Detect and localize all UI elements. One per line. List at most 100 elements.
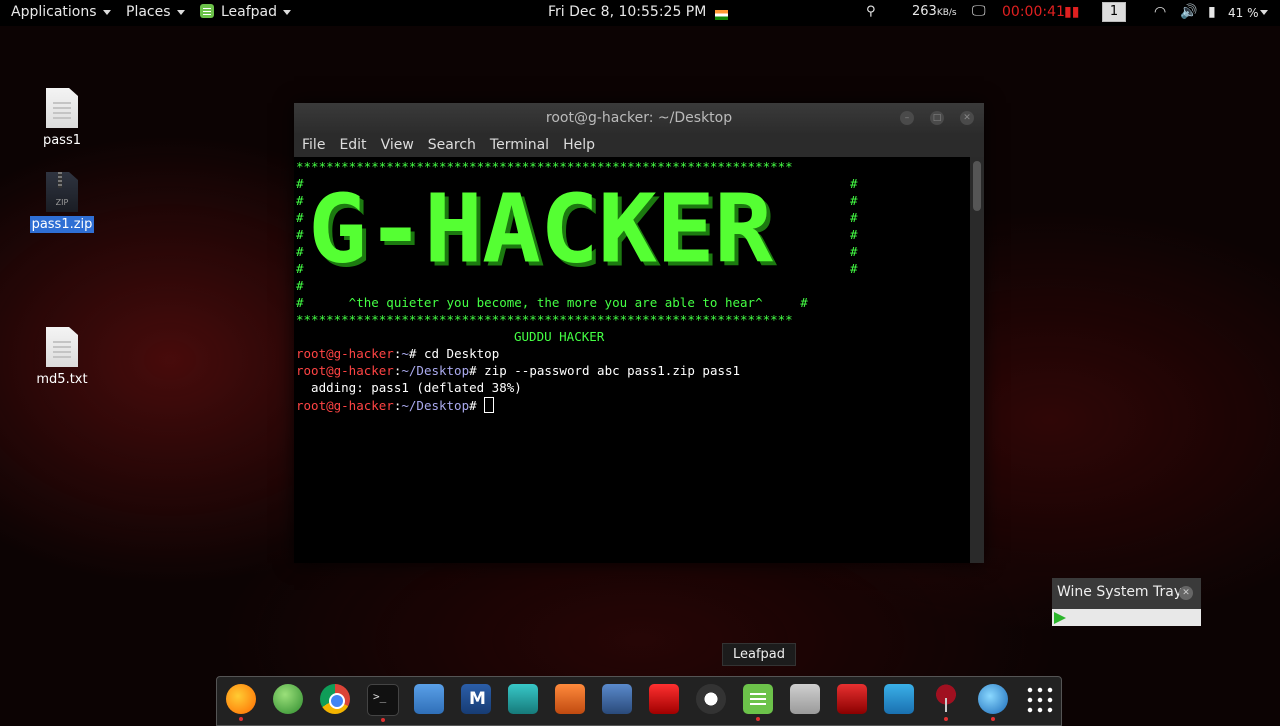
recorder-icon[interactable]: ▮▮	[1064, 4, 1079, 20]
calculator-icon[interactable]	[790, 684, 820, 714]
hash-mark: #	[850, 193, 858, 208]
active-app-label: Leafpad	[221, 4, 278, 20]
terminal-output[interactable]: ****************************************…	[294, 157, 970, 563]
banner-border-top: ****************************************…	[296, 159, 793, 174]
document-icon	[46, 88, 78, 128]
prompt-path: ~	[401, 346, 409, 361]
clock[interactable]: Fri Dec 8, 10:55:25 PM	[548, 4, 706, 20]
minimize-button[interactable]: –	[900, 111, 914, 125]
workspace-switcher[interactable]: 1	[1102, 2, 1126, 22]
applications-label: Applications	[11, 4, 97, 20]
wine-icon[interactable]	[931, 684, 961, 721]
leafpad-icon[interactable]	[743, 684, 773, 721]
terminal-menubar: File Edit View Search Terminal Help	[294, 133, 984, 157]
applications-menu[interactable]: Applications	[11, 4, 111, 20]
menu-edit[interactable]: Edit	[339, 133, 366, 157]
wine-system-tray[interactable]: Wine System Tray ✕	[1052, 578, 1201, 626]
volume-icon[interactable]: 🔊	[1180, 4, 1197, 20]
net-speed-value: 263	[912, 4, 937, 19]
workspace-number: 1	[1102, 2, 1126, 22]
wifi-icon[interactable]: ◠	[1154, 4, 1166, 20]
power-menu-chevron-icon[interactable]	[1260, 4, 1268, 20]
net-speed-unit: KB/s	[936, 8, 957, 18]
hash-mark: #	[296, 227, 304, 242]
places-label: Places	[126, 4, 171, 20]
document-icon	[46, 327, 78, 367]
window-title: root@g-hacker: ~/Desktop	[545, 110, 733, 126]
hash-mark: #	[296, 176, 304, 191]
hash-mark: #	[296, 278, 304, 293]
command-output: adding: pass1 (deflated 38%)	[296, 380, 522, 395]
prompt-user: root@g-hacker	[296, 346, 394, 361]
scrollbar-thumb[interactable]	[973, 161, 981, 211]
network-speed[interactable]: 263KB/s	[912, 4, 957, 19]
prompt-user: root@g-hacker	[296, 398, 394, 413]
text-cursor	[484, 397, 495, 413]
banner-border-bottom: ****************************************…	[296, 312, 793, 327]
close-button[interactable]: ✕	[960, 111, 974, 125]
recording-timer[interactable]: 00:00:41	[1002, 4, 1065, 20]
wine-tray-bar	[1052, 609, 1201, 626]
beef-icon[interactable]	[602, 684, 632, 714]
terminal-icon[interactable]	[367, 684, 399, 722]
terminal-window[interactable]: root@g-hacker: ~/Desktop – □ ✕ File Edit V…	[294, 103, 984, 563]
armitage-icon[interactable]	[508, 684, 538, 714]
screen-icon[interactable]: 🖵	[972, 3, 986, 19]
prompt-symbol: #	[469, 363, 485, 378]
ascii-banner-title: G-HACKER	[308, 175, 773, 285]
hash-mark: #	[850, 227, 858, 242]
chrome-icon[interactable]	[320, 684, 350, 714]
metasploit-icon[interactable]	[461, 684, 491, 714]
burpsuite-icon[interactable]	[555, 684, 585, 714]
hash-mark: #	[296, 244, 304, 259]
maximize-button[interactable]: □	[930, 111, 944, 125]
hash-mark: #	[850, 176, 858, 191]
close-icon[interactable]: ✕	[1179, 586, 1193, 600]
menu-help[interactable]: Help	[563, 133, 595, 157]
desktop-file-pass1-zip[interactable]: ZIP pass1.zip	[27, 172, 97, 233]
menu-terminal[interactable]: Terminal	[490, 133, 549, 157]
menu-view[interactable]: View	[381, 133, 414, 157]
hash-mark: #	[296, 261, 304, 276]
show-apps-icon[interactable]	[1025, 685, 1053, 713]
prompt-path: ~/Desktop	[401, 398, 470, 413]
command-text: cd Desktop	[423, 346, 500, 361]
globe-icon[interactable]	[273, 684, 303, 714]
prompt-user: root@g-hacker	[296, 363, 394, 378]
menu-search[interactable]: Search	[428, 133, 476, 157]
hash-mark: #	[850, 261, 858, 276]
places-menu[interactable]: Places	[126, 4, 185, 20]
battery-icon[interactable]: ▮	[1208, 4, 1216, 20]
ie-icon[interactable]	[978, 684, 1008, 721]
files-icon[interactable]	[414, 684, 444, 714]
prompt-symbol: #	[408, 346, 424, 361]
hash-mark: #	[296, 193, 304, 208]
chevron-down-icon	[102, 9, 111, 15]
wireshark-icon[interactable]	[884, 684, 914, 714]
prompt-line[interactable]: root@g-hacker:~/Desktop#	[296, 397, 495, 413]
desktop-icon-label: md5.txt	[36, 372, 88, 387]
desktop-file-pass1[interactable]: pass1	[27, 88, 97, 149]
window-titlebar[interactable]: root@g-hacker: ~/Desktop – □ ✕	[294, 103, 984, 133]
maltego-icon[interactable]	[696, 684, 726, 714]
battery-percent[interactable]: 41 %	[1228, 6, 1259, 20]
prompt-path: ~/Desktop	[401, 363, 470, 378]
prompt-line: root@g-hacker:~/Desktop# zip --password …	[296, 363, 740, 378]
faraday-icon[interactable]	[649, 684, 679, 714]
banner-tagline: # ^the quieter you become, the more you …	[296, 295, 808, 310]
active-app-menu[interactable]: Leafpad	[200, 4, 292, 20]
chevron-down-icon	[283, 9, 292, 15]
play-icon[interactable]	[1054, 612, 1066, 624]
firefox-icon[interactable]	[226, 684, 256, 721]
india-flag-icon[interactable]	[715, 8, 728, 24]
accessibility-icon[interactable]: ⚲	[866, 4, 876, 19]
terminal-scrollbar[interactable]	[970, 157, 984, 563]
banner-author: GUDDU HACKER	[514, 329, 605, 344]
zip-tag: ZIP	[55, 198, 69, 207]
desktop-file-md5[interactable]: md5.txt	[27, 327, 97, 388]
top-panel: Applications Places Leafpad Fri Dec 8, 1…	[0, 0, 1280, 26]
menu-file[interactable]: File	[302, 133, 325, 157]
redteam-icon[interactable]	[837, 684, 867, 714]
hash-mark: #	[850, 244, 858, 259]
chevron-down-icon	[176, 9, 185, 15]
